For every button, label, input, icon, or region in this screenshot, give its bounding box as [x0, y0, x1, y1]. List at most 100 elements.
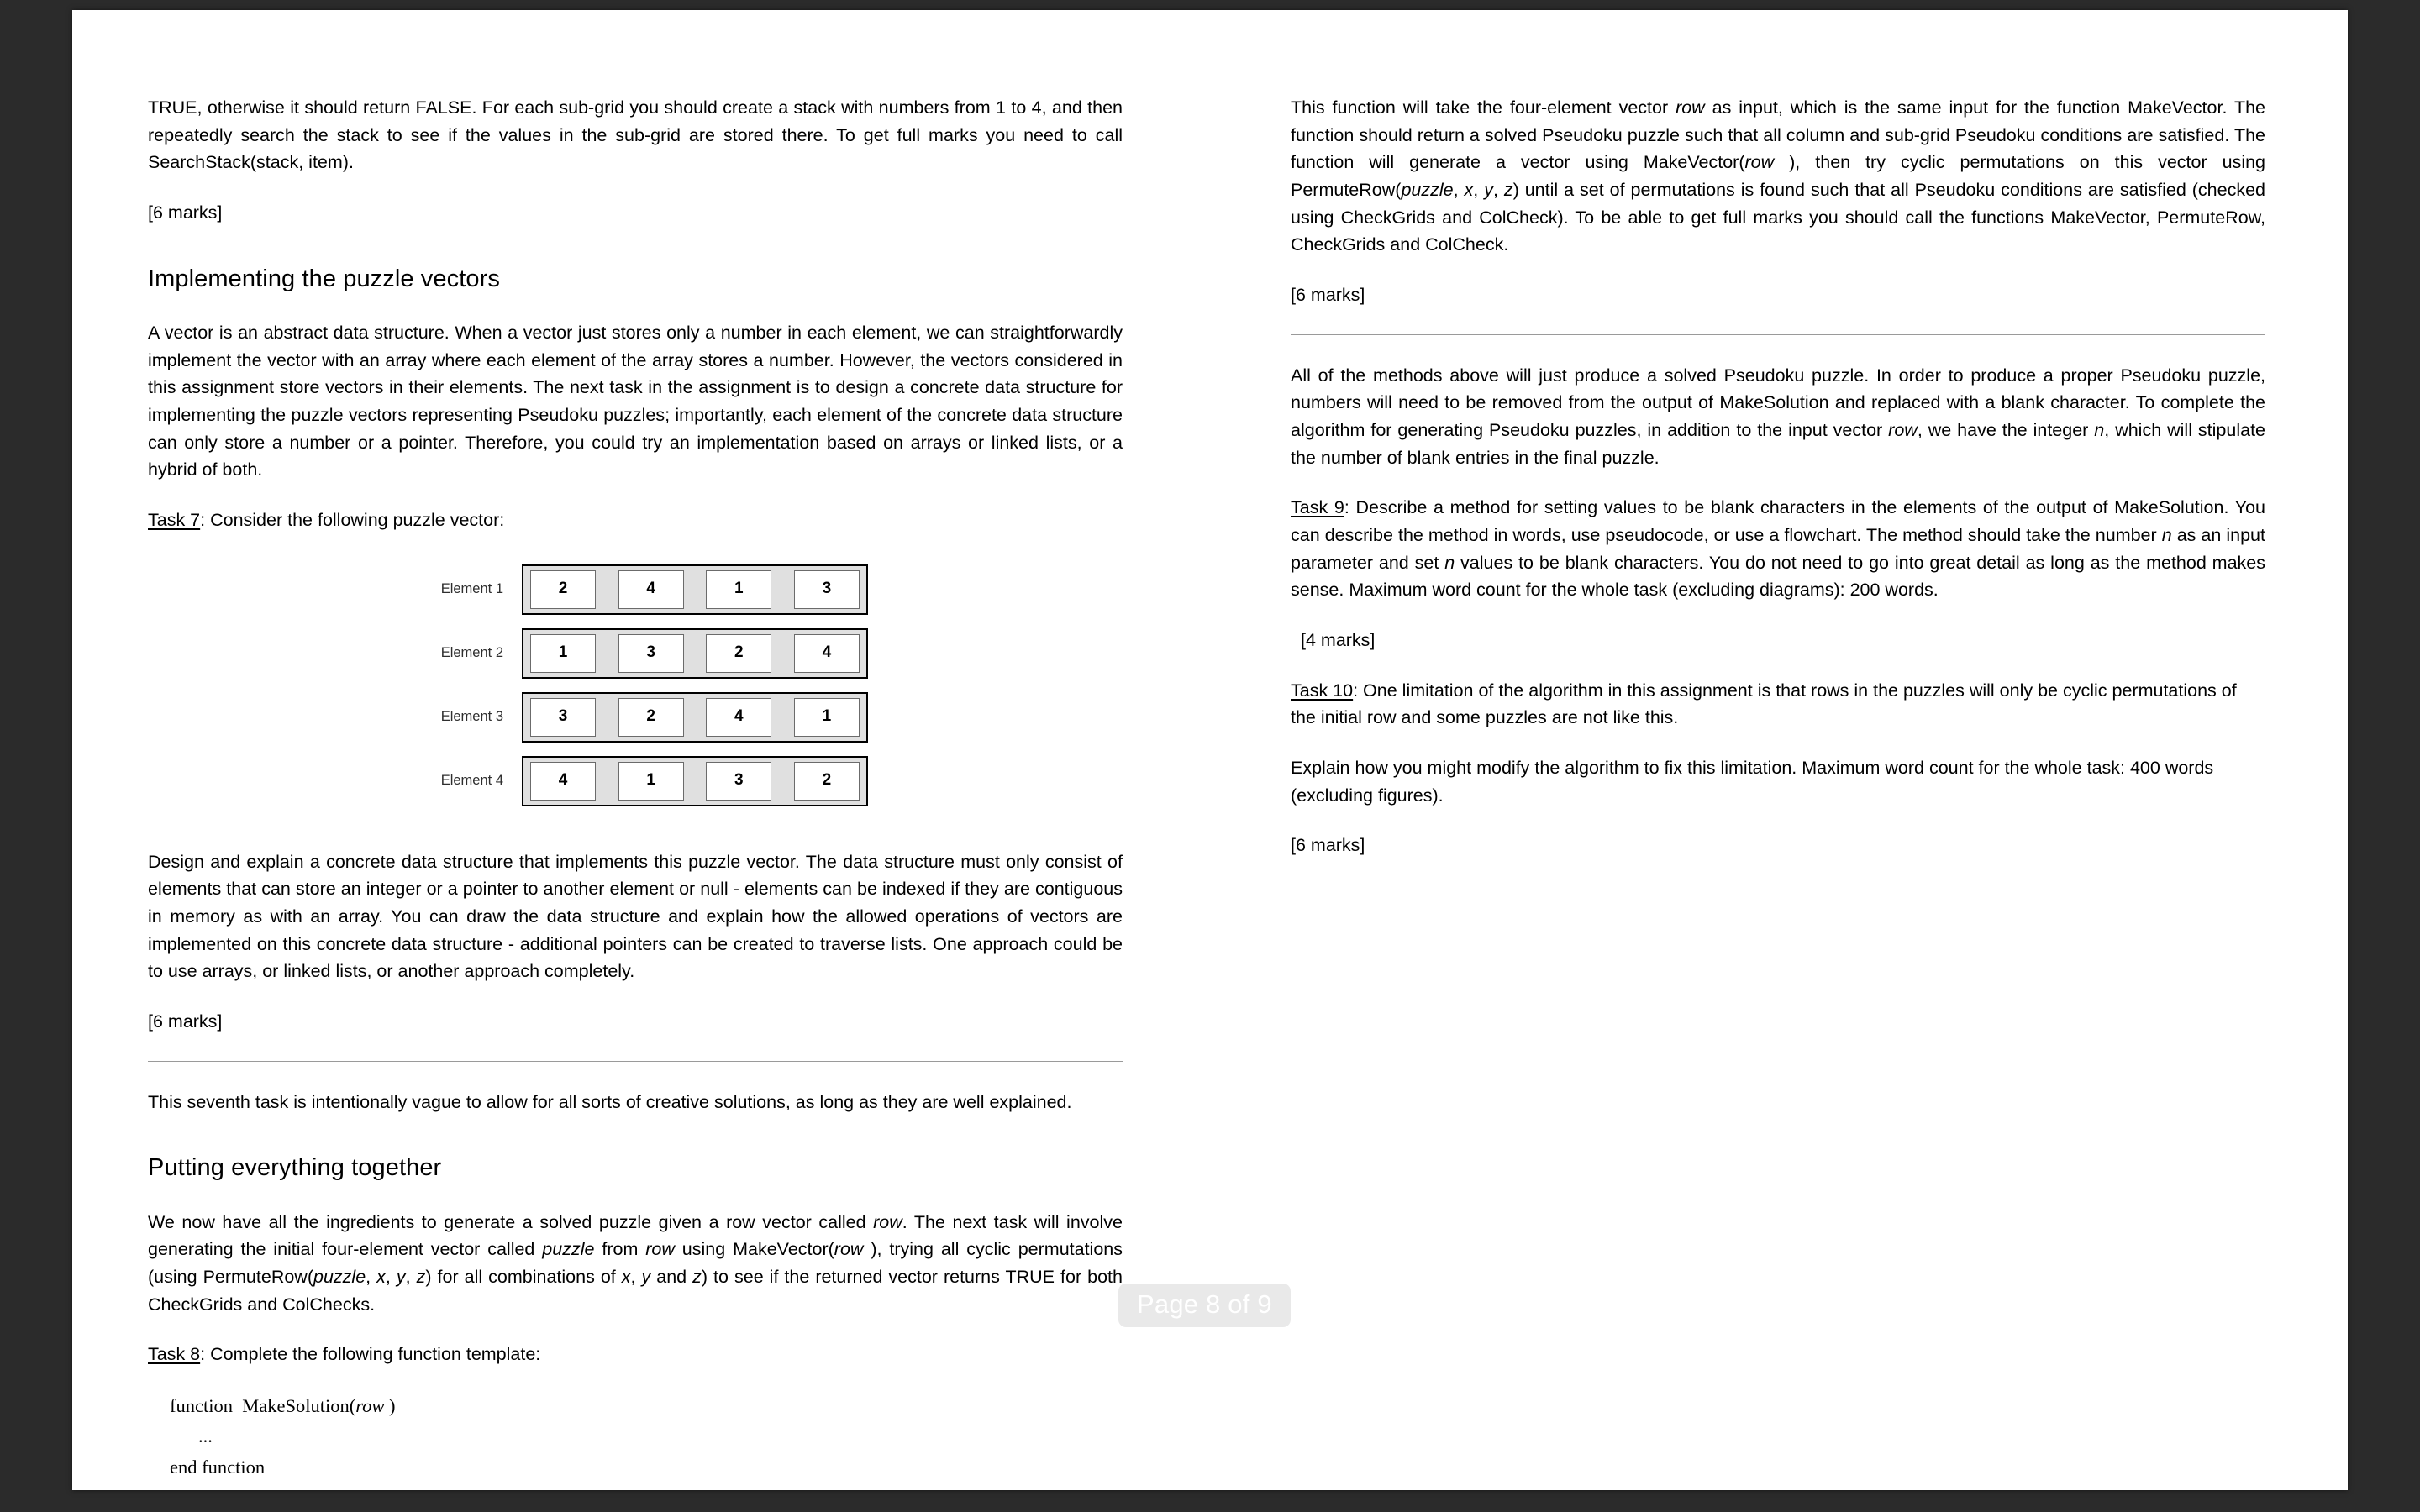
vector-cell: 1 [706, 570, 772, 609]
vector-cell: 1 [530, 633, 596, 673]
together-sep-1: , [366, 1266, 377, 1287]
vector-row-label: Element 1 [440, 581, 503, 597]
task8-prompt: Task 8: Complete the following function … [148, 1341, 1123, 1368]
rc-text-a: This function will take the four-element… [1291, 97, 1676, 118]
vector-cell: 2 [793, 761, 860, 801]
puzzle-vector-figure: Element 1 2 4 1 3 Element 2 1 3 2 4 Elem… [148, 564, 1123, 820]
vector-cell: 3 [530, 697, 596, 737]
paragraph-explain-modification: Explain how you might modify the algorit… [1291, 758, 2214, 806]
vector-cell: 3 [706, 761, 772, 801]
function-template-code: function MakeSolution(row ) ... end func… [148, 1391, 1123, 1483]
code-line-3: end function [170, 1456, 266, 1478]
heading-implementing-puzzle-vectors: Implementing the puzzle vectors [148, 265, 500, 292]
code-line-2: ... [198, 1425, 213, 1447]
paragraph-methods-above: All of the methods above will just produ… [1291, 362, 2265, 472]
marks-task10: [6 marks] [1291, 835, 1365, 856]
right-column: This function will take the four-element… [1291, 94, 2265, 882]
var-y: y [1484, 180, 1493, 201]
task8-text: : Complete the following function templa… [200, 1344, 541, 1365]
task7-text: : Consider the following puzzle vector: [200, 509, 505, 530]
vector-row-label: Element 4 [440, 773, 503, 789]
var-x: x [376, 1266, 386, 1287]
var-x: x [621, 1266, 631, 1287]
vector-cell: 4 [793, 633, 860, 673]
var-n: n [2161, 525, 2172, 546]
marks-task7: [6 marks] [148, 1011, 223, 1032]
paragraph-makesolution-description: This function will take the four-element… [1291, 94, 2265, 259]
vector-cell: 1 [618, 761, 684, 801]
document-page: TRUE, otherwise it should return FALSE. … [72, 10, 2348, 1490]
task9-prompt: Task 9: Describe a method for setting va… [1291, 494, 2265, 604]
together-text-h: and [650, 1266, 693, 1287]
vector-row-box: 2 4 1 3 [522, 564, 868, 615]
var-puzzle: puzzle [313, 1266, 366, 1287]
task8-label: Task 8 [148, 1344, 201, 1365]
vector-row-label: Element 2 [440, 645, 503, 661]
var-puzzle: puzzle [542, 1239, 595, 1260]
vector-cell: 4 [530, 761, 596, 801]
together-text-a: We now have all the ingredients to gener… [148, 1211, 874, 1232]
var-row: row [1888, 420, 1918, 441]
task10-label: Task 10 [1291, 680, 1354, 701]
paragraph-together: We now have all the ingredients to gener… [148, 1209, 1123, 1319]
heading-putting-everything-together: Putting everything together [148, 1154, 442, 1182]
var-row: row [834, 1239, 864, 1260]
var-n: n [2094, 420, 2105, 441]
code-line-1-a: function MakeSolution( [170, 1394, 356, 1416]
vector-cell: 4 [618, 570, 684, 609]
var-z: z [416, 1266, 426, 1287]
marks-task9: [4 marks] [1301, 630, 1376, 651]
vector-row: Element 3 3 2 4 1 [402, 691, 868, 743]
together-sep-4: , [630, 1266, 642, 1287]
var-z: z [692, 1266, 702, 1287]
vector-row-box: 3 2 4 1 [522, 691, 868, 743]
vector-cell: 1 [793, 697, 860, 737]
together-sep-3: , [405, 1266, 417, 1287]
rc-sep-2: , [1473, 180, 1485, 201]
pdf-viewer: TRUE, otherwise it should return FALSE. … [0, 0, 2420, 1512]
vector-cell: 2 [618, 697, 684, 737]
vector-row: Element 4 4 1 3 2 [402, 755, 868, 806]
var-row: row [1744, 152, 1775, 173]
paragraph-vector-intro: A vector is an abstract data structure. … [148, 322, 1123, 480]
vector-cell: 2 [706, 633, 772, 673]
page-indicator: Page 8 of 9 [1118, 1284, 1291, 1327]
together-text-c: from [594, 1239, 646, 1260]
code-line-1: function MakeSolution(row ) [170, 1391, 1123, 1421]
left-column: TRUE, otherwise it should return FALSE. … [148, 94, 1123, 1483]
task10-prompt: Task 10: One limitation of the algorithm… [1291, 677, 2265, 732]
vector-cell: 2 [530, 570, 596, 609]
var-y: y [641, 1266, 651, 1287]
var-row: row [1676, 97, 1705, 118]
var-z: z [1503, 180, 1513, 201]
page-content: TRUE, otherwise it should return FALSE. … [72, 10, 2348, 1490]
together-text-g: ) for all combinations of [425, 1266, 622, 1287]
vector-row: Element 2 1 3 2 4 [402, 627, 868, 679]
code-line-1-b: ) [384, 1394, 396, 1416]
vector-row-box: 1 3 2 4 [522, 627, 868, 679]
task9-text-a: : Describe a method for setting values t… [1291, 497, 2266, 546]
task7-label: Task 7 [148, 509, 201, 530]
marks-task8: [6 marks] [1291, 285, 1365, 306]
var-x: x [1464, 180, 1474, 201]
rc-sep-3: , [1492, 180, 1504, 201]
var-row: row [873, 1211, 902, 1232]
together-text-d: using MakeVector( [674, 1239, 834, 1260]
rc-sep-1: , [1453, 180, 1465, 201]
vector-cell: 3 [793, 570, 860, 609]
var-y: y [396, 1266, 406, 1287]
together-sep-2: , [385, 1266, 397, 1287]
task10-text: : One limitation of the algorithm in thi… [1291, 680, 2237, 728]
var-row: row [645, 1239, 675, 1260]
vector-row-label: Element 3 [440, 709, 503, 725]
paragraph-footnote: This seventh task is intentionally vague… [148, 1091, 1072, 1112]
task9-label: Task 9 [1291, 497, 1344, 518]
vector-row-box: 4 1 3 2 [522, 755, 868, 806]
paragraph-design-explain: Design and explain a concrete data struc… [148, 851, 1123, 982]
marks-task6: [6 marks] [148, 202, 223, 223]
task7-prompt: Task 7: Consider the following puzzle ve… [148, 507, 1123, 534]
var-row: row [355, 1394, 385, 1416]
var-n: n [1444, 552, 1455, 573]
methods-text-b: , we have the integer [1917, 420, 2095, 441]
paragraph-continued: TRUE, otherwise it should return FALSE. … [148, 97, 1123, 173]
